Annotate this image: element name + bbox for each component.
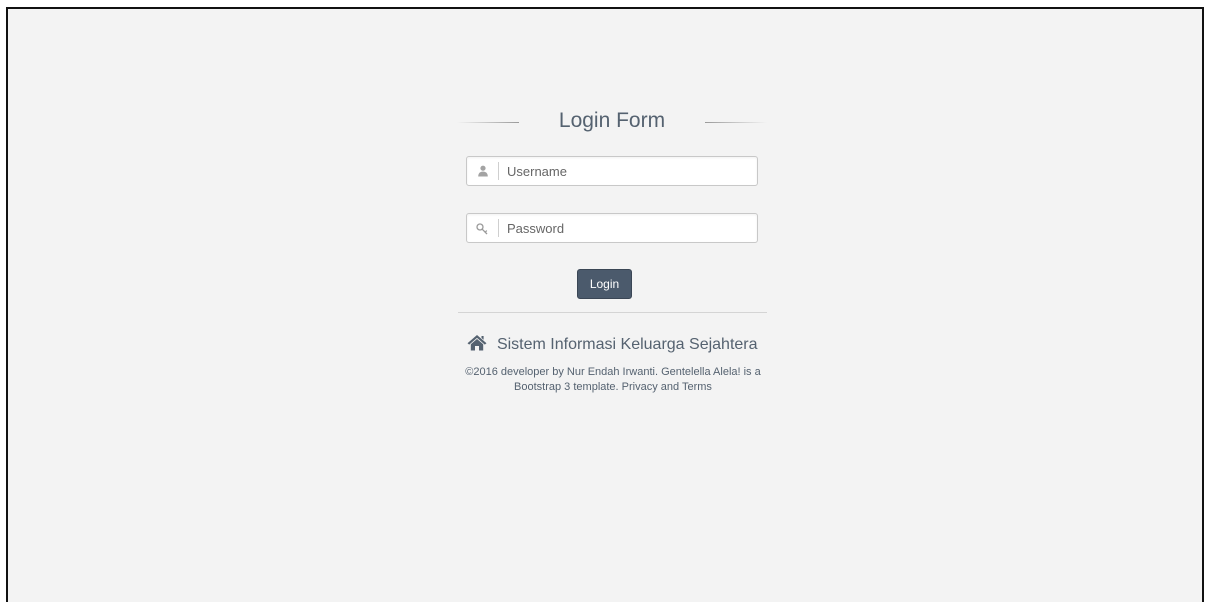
- page-frame: [6, 7, 1204, 602]
- form-divider: [458, 312, 767, 313]
- login-form-header: Login Form: [457, 108, 767, 138]
- user-icon: [473, 163, 493, 179]
- username-field[interactable]: [466, 156, 758, 186]
- copyright-text: ©2016 developer by Nur Endah Irwanti. Ge…: [465, 366, 761, 393]
- password-input[interactable]: [507, 217, 751, 239]
- key-icon: [473, 220, 493, 236]
- brand-name: Sistem Informasi Keluarga Sejahtera: [496, 336, 758, 353]
- login-button[interactable]: Login: [577, 269, 632, 299]
- field-separator: [498, 162, 499, 180]
- brand: Sistem Informasi Keluarga Sejahtera: [458, 334, 767, 354]
- title-divider-right: [705, 122, 767, 123]
- password-field[interactable]: [466, 213, 758, 243]
- home-icon: [467, 335, 487, 351]
- username-input[interactable]: [507, 160, 751, 182]
- page-title: Login Form: [558, 109, 666, 132]
- field-separator: [498, 219, 499, 237]
